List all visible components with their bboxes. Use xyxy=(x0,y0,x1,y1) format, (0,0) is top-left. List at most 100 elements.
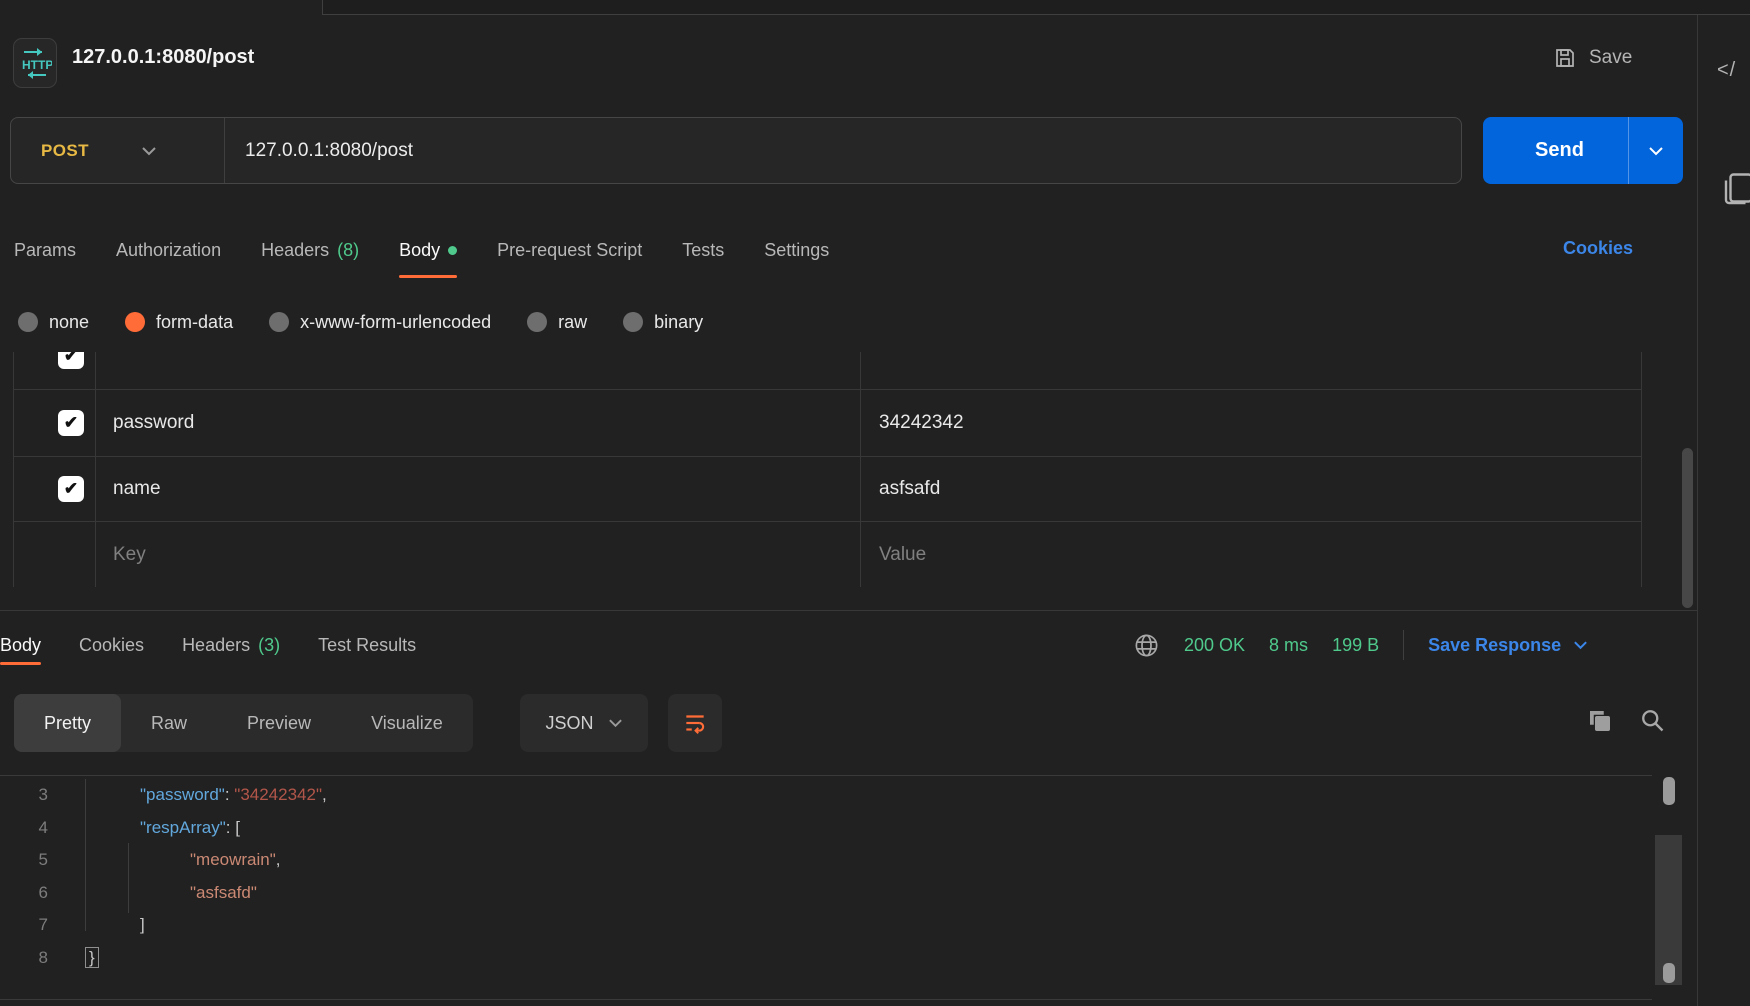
code-snippet-icon[interactable]: </ xyxy=(1717,59,1736,82)
code-tokens: "asfsafd" xyxy=(190,877,257,910)
code-token: "respArray" xyxy=(140,818,226,837)
cookies-link[interactable]: Cookies xyxy=(1563,238,1633,259)
copy-icon xyxy=(1585,706,1615,736)
code-line: 5"meowrain", xyxy=(0,844,1652,877)
format-dropdown[interactable]: JSON xyxy=(520,694,648,752)
row-checkbox[interactable]: ✔ xyxy=(58,410,84,436)
copy-response-button[interactable] xyxy=(1585,706,1615,736)
divider xyxy=(1403,630,1404,660)
line-number: 8 xyxy=(0,942,48,975)
request-url-bar: POST 127.0.0.1:8080/post xyxy=(10,117,1462,184)
tab-authorization[interactable]: Authorization xyxy=(116,240,221,261)
radio-form-data[interactable]: form-data xyxy=(125,312,233,333)
radio-raw[interactable]: raw xyxy=(527,312,587,333)
response-tabs: Body Cookies Headers(3) Test Results xyxy=(0,625,416,665)
radio-binary[interactable]: binary xyxy=(623,312,703,333)
code-tokens: "meowrain", xyxy=(190,844,281,877)
editor-scrollbar-thumb[interactable] xyxy=(1663,963,1675,983)
code-token: "asfsafd" xyxy=(190,883,257,902)
send-button[interactable]: Send xyxy=(1483,117,1683,184)
checkbox-cell: ✔ xyxy=(14,352,96,389)
radio-none[interactable]: none xyxy=(18,312,89,333)
tab-pre-request-script[interactable]: Pre-request Script xyxy=(497,240,642,261)
response-body-editor[interactable]: 3"password": "34242342",4 "respArray": [5… xyxy=(0,775,1652,1000)
value-cell[interactable]: 34242342 xyxy=(861,390,1641,456)
save-icon xyxy=(1553,46,1577,70)
network-globe-icon[interactable] xyxy=(1133,632,1160,659)
tab-body[interactable]: Body xyxy=(399,240,457,261)
send-options-split[interactable] xyxy=(1628,117,1683,184)
checkbox-cell: ✔ xyxy=(14,457,96,521)
request-title: 127.0.0.1:8080/post xyxy=(72,46,254,69)
response-time: 8 ms xyxy=(1269,635,1308,656)
key-cell xyxy=(96,352,861,389)
response-status-bar: 200 OK 8 ms 199 B Save Response xyxy=(1133,625,1588,665)
response-tab-body[interactable]: Body xyxy=(0,635,41,656)
radio-x-www-form-urlencoded[interactable]: x-www-form-urlencoded xyxy=(269,312,491,333)
code-token: , xyxy=(276,850,281,869)
body-indicator-dot xyxy=(448,246,457,255)
code-line: 3"password": "34242342", xyxy=(0,779,1652,812)
send-label: Send xyxy=(1483,139,1628,162)
request-panel-scrollbar[interactable] xyxy=(1682,448,1693,608)
view-visualize[interactable]: Visualize xyxy=(341,694,473,752)
table-row-scrolled: ✔ xyxy=(14,352,1641,390)
code-tokens: "password": "34242342", xyxy=(140,779,327,812)
headers-count: (8) xyxy=(337,240,359,261)
chevron-down-icon xyxy=(608,718,623,728)
value-cell[interactable]: asfsafd xyxy=(861,457,1641,521)
tab-params[interactable]: Params xyxy=(14,240,76,261)
method-selector[interactable]: POST xyxy=(11,141,224,161)
response-headers-count: (3) xyxy=(258,635,280,656)
workspace-tab-strip xyxy=(0,0,1750,15)
key-cell[interactable]: name xyxy=(96,457,861,521)
row-checkbox[interactable]: ✔ xyxy=(58,476,84,502)
value-input-placeholder[interactable]: Value xyxy=(861,522,1641,587)
view-preview[interactable]: Preview xyxy=(217,694,341,752)
response-tab-test-results[interactable]: Test Results xyxy=(318,635,416,656)
radio-icon xyxy=(18,312,38,332)
code-token: "password" xyxy=(140,785,225,804)
save-response-button[interactable]: Save Response xyxy=(1428,635,1588,656)
chevron-down-icon xyxy=(1648,146,1664,156)
app-window: </ HTTP 127.0.0.1:8080/post Save POST xyxy=(0,0,1750,1006)
code-line: 6"asfsafd" xyxy=(0,877,1652,910)
response-view-switcher: Pretty Raw Preview Visualize xyxy=(14,694,473,752)
format-label: JSON xyxy=(545,713,593,734)
status-code: 200 OK xyxy=(1184,635,1245,656)
tab-settings[interactable]: Settings xyxy=(764,240,829,261)
key-input-placeholder[interactable]: Key xyxy=(96,522,861,587)
tab-headers[interactable]: Headers(8) xyxy=(261,240,359,261)
request-tabs: Params Authorization Headers(8) Body Pre… xyxy=(14,230,829,270)
save-label: Save xyxy=(1589,47,1632,69)
code-tokens: ] xyxy=(140,909,145,942)
documentation-icon[interactable] xyxy=(1723,170,1750,206)
code-token: : xyxy=(226,818,235,837)
row-checkbox[interactable]: ✔ xyxy=(58,352,84,369)
response-tab-cookies[interactable]: Cookies xyxy=(79,635,144,656)
code-token: [ xyxy=(235,818,240,837)
url-input[interactable]: 127.0.0.1:8080/post xyxy=(224,118,1461,183)
view-pretty[interactable]: Pretty xyxy=(14,694,121,752)
tab-tests[interactable]: Tests xyxy=(682,240,724,261)
body-mode-options: none form-data x-www-form-urlencoded raw… xyxy=(18,302,703,342)
key-cell[interactable]: password xyxy=(96,390,861,456)
indent-guide xyxy=(85,779,86,931)
code-tokens: } xyxy=(85,942,99,975)
line-number: 4 xyxy=(0,812,48,845)
response-tab-headers[interactable]: Headers(3) xyxy=(182,635,280,656)
http-request-badge: HTTP xyxy=(13,38,57,88)
code-token: , xyxy=(322,785,327,804)
search-response-button[interactable] xyxy=(1638,706,1666,734)
wrap-lines-button[interactable] xyxy=(668,694,722,752)
radio-icon xyxy=(269,312,289,332)
code-token: "meowrain" xyxy=(190,850,276,869)
chevron-down-icon xyxy=(1573,640,1588,650)
radio-icon-selected xyxy=(125,312,145,332)
form-data-table: ✔ ✔ password34242342 ✔ nameasfsafd Key Valu… xyxy=(13,352,1642,587)
save-button[interactable]: Save xyxy=(1553,42,1632,74)
editor-scrollbar-thumb[interactable] xyxy=(1663,777,1675,805)
checkbox-cell: ✔ xyxy=(14,390,96,456)
view-raw[interactable]: Raw xyxy=(121,694,217,752)
code-token: } xyxy=(85,947,99,968)
